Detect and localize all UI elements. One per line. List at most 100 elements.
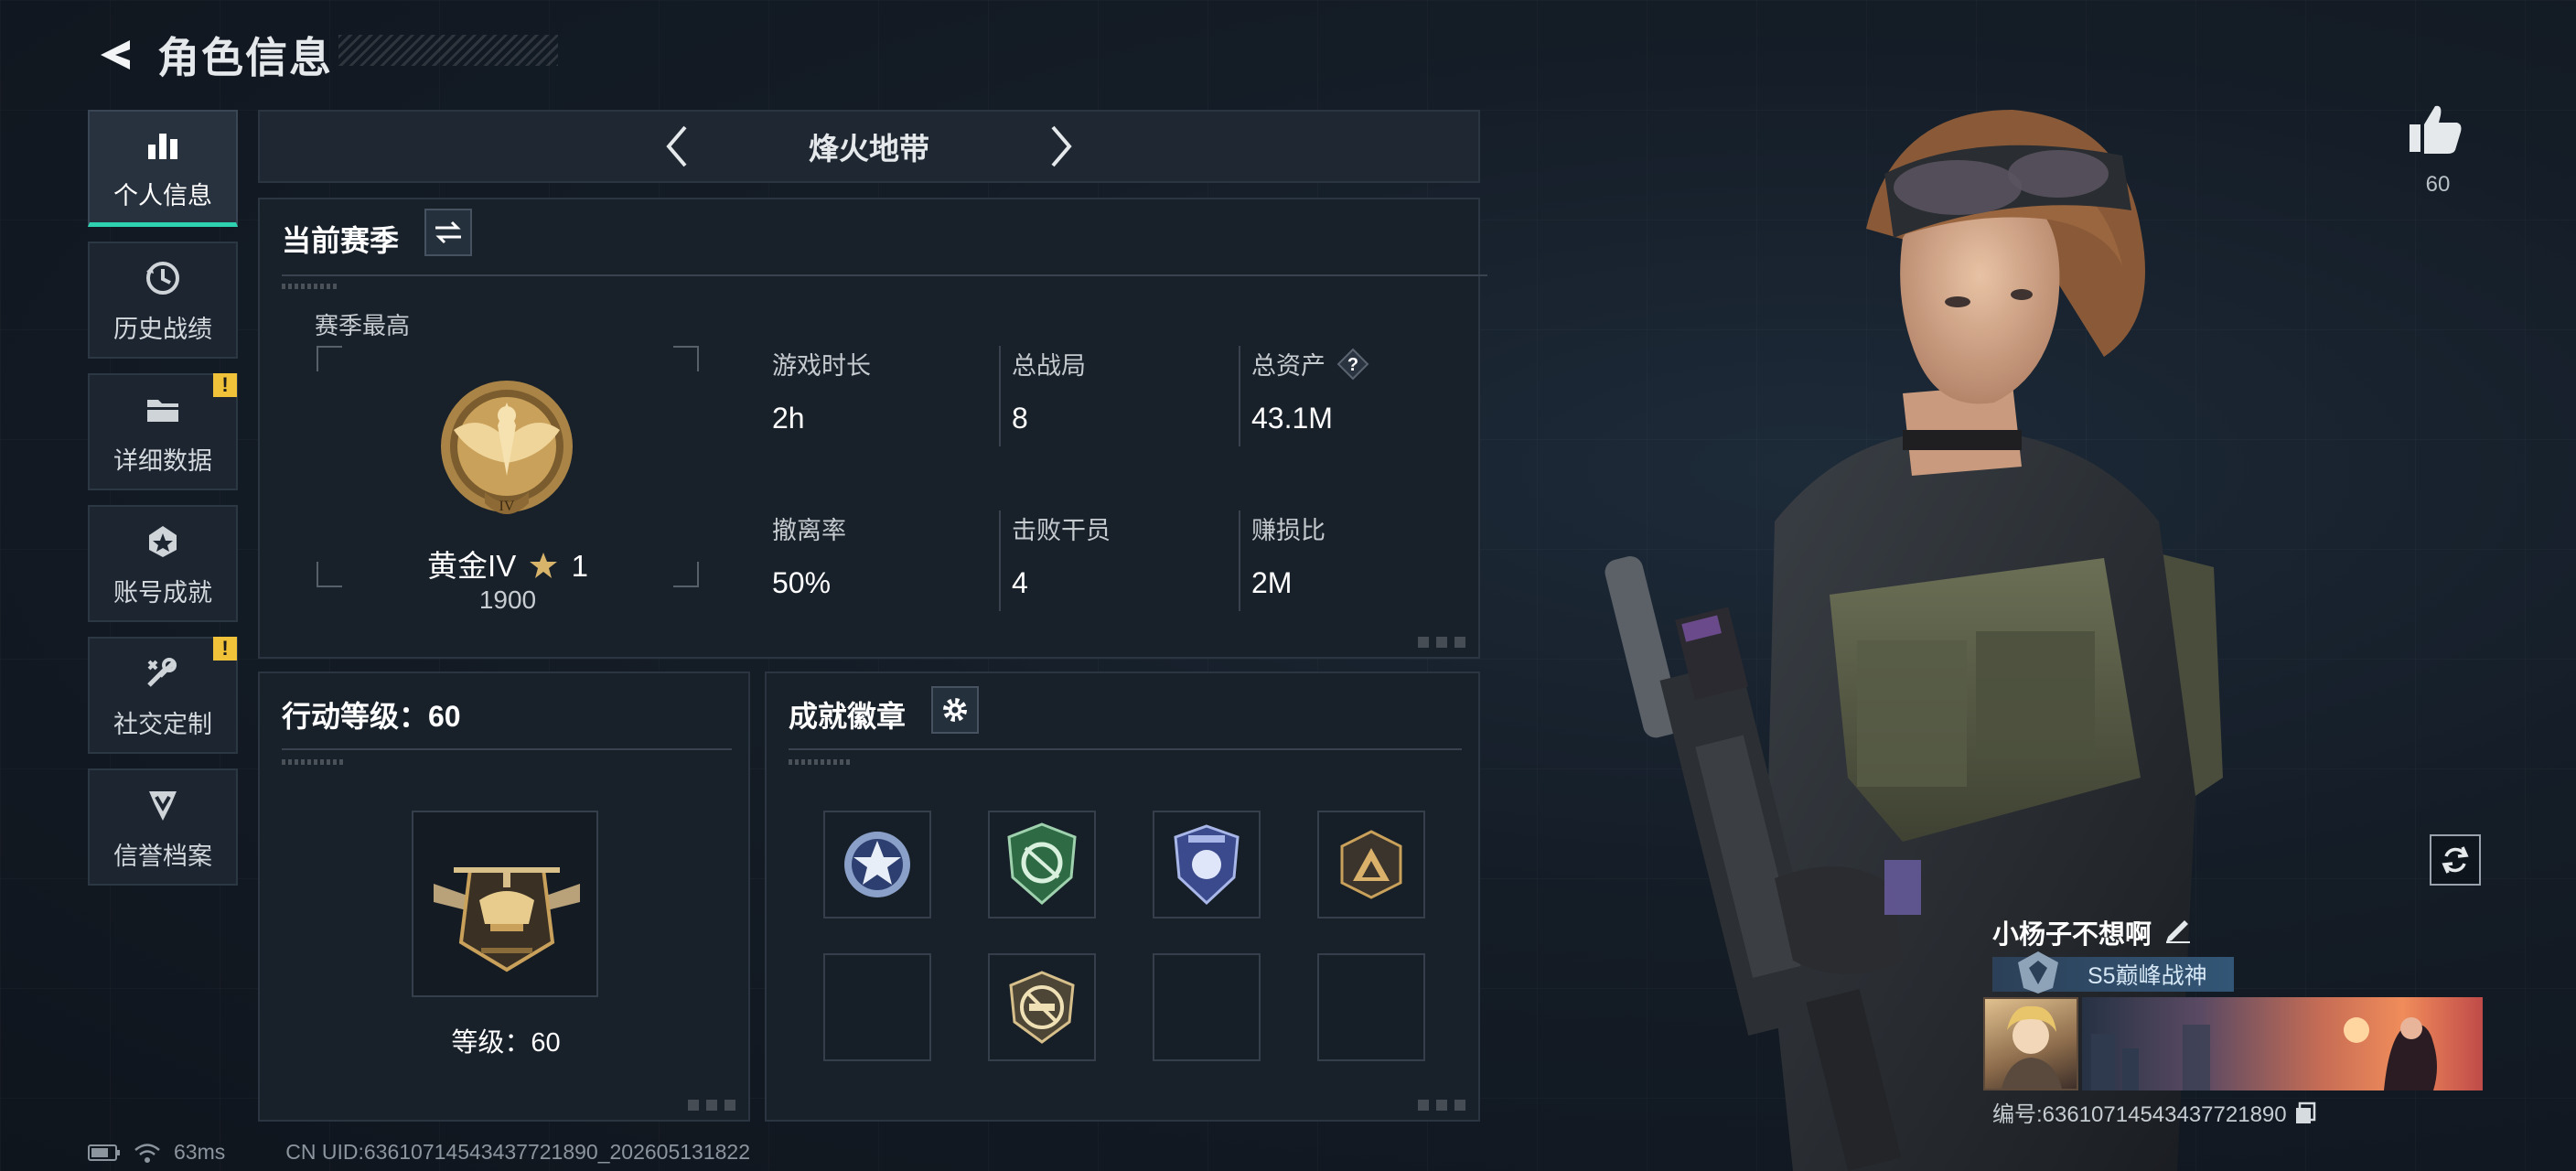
- season-switch-button[interactable]: [424, 209, 472, 256]
- player-uid: 编号:6361071454343​7721890: [1992, 1102, 2287, 1127]
- sidebar-item-label: 账号成就: [113, 578, 212, 607]
- mode-prev-button[interactable]: [649, 119, 704, 174]
- gear-icon: [943, 698, 967, 722]
- page-header: 角色信息: [88, 26, 333, 84]
- stat-total-assets: 总资产 ? 43.1M: [1251, 346, 1480, 435]
- history-clock-icon: [141, 256, 185, 300]
- achievement-badges-panel: 成就徽章: [765, 671, 1480, 1122]
- sidebar-item-credit-record[interactable]: 信誉档案: [88, 768, 238, 886]
- status-footer: 63ms CN UID:636107145434377​21890_202605…: [88, 1140, 750, 1165]
- player-title-text: S5巅峰战神: [2088, 963, 2207, 989]
- stat-divider: [999, 346, 1001, 446]
- alert-badge: !: [213, 373, 237, 397]
- server-uid: CN UID:636107145434377​21890_20260513182…: [285, 1140, 750, 1164]
- battery-icon: [88, 1144, 120, 1161]
- rank-score: 1900: [478, 586, 537, 614]
- corner-decoration: [1418, 637, 1469, 648]
- stat-value: 50%: [772, 566, 832, 599]
- divider: [282, 748, 732, 750]
- sidebar-item-match-history[interactable]: 历史战绩: [88, 242, 238, 359]
- sidebar-item-label: 社交定制: [113, 710, 212, 738]
- pencil-icon: [2166, 920, 2190, 943]
- chevron-right-icon: [1051, 125, 1072, 167]
- season-panel: 当前赛季 赛季最高 IV 黄金IV 1 1900 游戏时长 2h 总战局 8 总…: [258, 198, 1487, 659]
- sidebar-item-label: 个人信息: [113, 182, 212, 209]
- badge-slot-star-emblem[interactable]: [823, 811, 931, 919]
- sidebar-item-personal-info[interactable]: 个人信息: [88, 110, 238, 227]
- achievement-icon: [141, 520, 185, 564]
- stat-value: 2h: [772, 402, 805, 435]
- header-decoration: [338, 35, 558, 66]
- stat-label: 总战局: [1012, 352, 1086, 380]
- edit-name-button[interactable]: [2163, 913, 2195, 946]
- stat-value: 43.1M: [1251, 402, 1333, 435]
- help-icon[interactable]: ?: [1336, 348, 1369, 381]
- rank-stars: 1: [571, 549, 588, 583]
- refresh-icon: [2442, 846, 2469, 874]
- stat-divider: [1239, 346, 1240, 446]
- corner-decoration: [1418, 1100, 1469, 1111]
- stat-play-time: 游戏时长 2h: [772, 346, 1001, 435]
- triangle-badge-icon: [1340, 830, 1402, 899]
- action-level-title: 行动等级：60: [282, 700, 461, 733]
- badge-slot-gold-triangle[interactable]: [1317, 811, 1425, 919]
- back-arrow-icon: [101, 40, 130, 70]
- sidebar-item-detailed-data[interactable]: ! 详细数据: [88, 373, 238, 490]
- stat-label: 击败干员: [1012, 517, 1111, 544]
- stat-value: 4: [1012, 566, 1028, 599]
- ping-value: 63ms: [174, 1140, 226, 1164]
- sidebar-item-social-custom[interactable]: ! 社交定制: [88, 637, 238, 754]
- bar-chart-icon: [141, 123, 185, 167]
- stat-label: 撤离率: [772, 517, 846, 544]
- copy-icon[interactable]: [2292, 1100, 2318, 1125]
- badge-slot-empty[interactable]: [823, 953, 931, 1061]
- player-title-badge: S5巅峰战神: [1992, 951, 2234, 994]
- stat-label-row: 总资产 ?: [1251, 346, 1480, 381]
- badge-slot-empty[interactable]: [1317, 953, 1425, 1061]
- player-name: 小杨子不想啊: [1992, 920, 2152, 950]
- corner-decoration: [688, 1100, 739, 1111]
- stat-total-matches: 总战局 8: [1012, 346, 1240, 435]
- stat-profit-loss-ratio: 赚损比 2M: [1251, 510, 1480, 600]
- achievements-title: 成就徽章: [789, 700, 907, 733]
- stat-divider: [999, 510, 1001, 611]
- refresh-button[interactable]: [2430, 834, 2481, 886]
- badge-slot-police-badge[interactable]: [1153, 811, 1261, 919]
- stat-label: 赚损比: [1251, 517, 1326, 544]
- alert-badge: !: [213, 637, 237, 661]
- title-emblem-icon: [2018, 951, 2058, 994]
- svg-text:?: ?: [1347, 355, 1358, 375]
- stat-value: 8: [1012, 402, 1028, 435]
- chevron-left-icon: [666, 125, 687, 167]
- decorative-text: [789, 759, 853, 765]
- folder-icon: [141, 388, 185, 432]
- badge-slot-no-gun[interactable]: [988, 953, 1096, 1061]
- badge-settings-button[interactable]: [931, 686, 979, 734]
- credit-shield-icon: [141, 783, 185, 827]
- player-avatar[interactable]: [1983, 997, 2078, 1090]
- rank-name: 黄金IV: [427, 549, 517, 583]
- no-gun-badge-icon: [1009, 971, 1075, 1044]
- sidebar-item-label: 信誉档案: [113, 842, 212, 870]
- sidebar-item-achievements[interactable]: 账号成就: [88, 505, 238, 622]
- sidebar-item-label: 详细数据: [113, 446, 212, 475]
- player-banner[interactable]: [2082, 997, 2483, 1090]
- rank-name-row: 黄金IV 1: [317, 542, 699, 586]
- like-button[interactable]: [2406, 101, 2470, 165]
- divider: [282, 274, 1487, 276]
- avatar-portrait-icon: [2002, 1005, 2062, 1089]
- decorative-text: [282, 284, 338, 289]
- back-button[interactable]: [88, 29, 139, 81]
- level-emblem-frame: [412, 811, 598, 997]
- badge-slot-green-shield[interactable]: [988, 811, 1096, 919]
- helicopter-emblem-icon: [434, 867, 580, 972]
- sidebar: 个人信息 历史战绩 ! 详细数据 账号成就 ! 社交定制 信誉档案: [88, 110, 238, 900]
- banner-art-icon: [2091, 1017, 2437, 1090]
- green-shield-badge-icon: [1007, 822, 1077, 905]
- level-text: 等级：60: [451, 1028, 561, 1058]
- mode-next-button[interactable]: [1034, 119, 1089, 174]
- season-high-label: 赛季最高: [315, 312, 411, 339]
- gold-rank-emblem-icon: IV: [441, 381, 573, 514]
- stat-label: 游戏时长: [772, 352, 871, 380]
- badge-slot-empty[interactable]: [1153, 953, 1261, 1061]
